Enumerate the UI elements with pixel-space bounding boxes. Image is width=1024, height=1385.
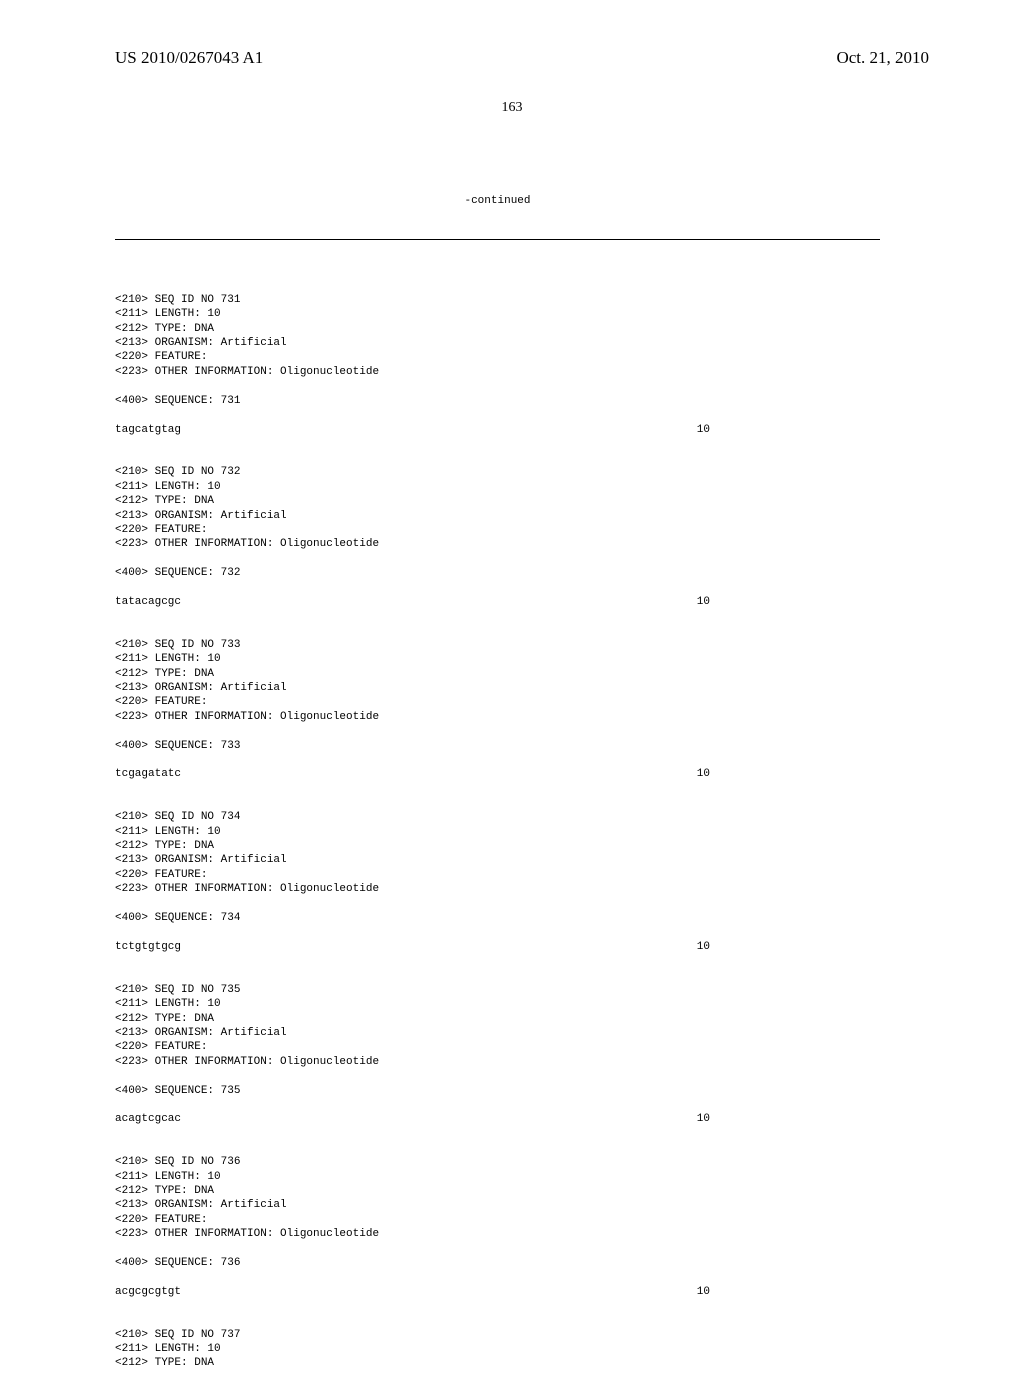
- seq-id-line: <210> SEQ ID NO 736: [115, 1155, 880, 1169]
- sequence-entry: <210> SEQ ID NO 735<211> LENGTH: 10<212>…: [115, 983, 880, 1141]
- sequence-text: acagtcgcac: [115, 1112, 181, 1126]
- seq-feature-line: <220> FEATURE:: [115, 1040, 880, 1054]
- sequence-position: 10: [697, 1285, 710, 1299]
- sequence-data-line: tcgagatatc 10: [115, 767, 710, 781]
- seq-400-line: <400> SEQUENCE: 735: [115, 1084, 880, 1098]
- seq-otherinfo-line: <223> OTHER INFORMATION: Oligonucleotide: [115, 710, 880, 724]
- seq-feature-line: <220> FEATURE:: [115, 523, 880, 537]
- seq-400-line: <400> SEQUENCE: 734: [115, 911, 880, 925]
- sequence-entry: <210> SEQ ID NO 736<211> LENGTH: 10<212>…: [115, 1155, 880, 1313]
- seq-id-line: <210> SEQ ID NO 735: [115, 983, 880, 997]
- seq-400-line: <400> SEQUENCE: 733: [115, 739, 880, 753]
- seq-organism-line: <213> ORGANISM: Artificial: [115, 509, 880, 523]
- seq-feature-line: <220> FEATURE:: [115, 350, 880, 364]
- blank-line: [115, 897, 880, 911]
- seq-length-line: <211> LENGTH: 10: [115, 825, 880, 839]
- seq-feature-line: <220> FEATURE:: [115, 695, 880, 709]
- blank-line: [115, 782, 880, 796]
- continued-label: -continued: [115, 194, 880, 208]
- blank-line: [115, 954, 880, 968]
- sequence-position: 10: [697, 767, 710, 781]
- sequence-position: 10: [697, 940, 710, 954]
- seq-length-line: <211> LENGTH: 10: [115, 307, 880, 321]
- sequence-text: tagcatgtag: [115, 423, 181, 437]
- seq-organism-line: <213> ORGANISM: Artificial: [115, 681, 880, 695]
- sequence-data-line: tatacagcgc 10: [115, 595, 710, 609]
- seq-length-line: <211> LENGTH: 10: [115, 652, 880, 666]
- seq-type-line: <212> TYPE: DNA: [115, 839, 880, 853]
- sequence-data-line: acagtcgcac 10: [115, 1112, 710, 1126]
- seq-otherinfo-line: <223> OTHER INFORMATION: Oligonucleotide: [115, 882, 880, 896]
- blank-line: [115, 581, 880, 595]
- seq-otherinfo-line: <223> OTHER INFORMATION: Oligonucleotide: [115, 365, 880, 379]
- seq-organism-line: <213> ORGANISM: Artificial: [115, 1026, 880, 1040]
- seq-organism-line: <213> ORGANISM: Artificial: [115, 336, 880, 350]
- blank-line: [115, 926, 880, 940]
- seq-organism-line: <213> ORGANISM: Artificial: [115, 853, 880, 867]
- blank-line: [115, 609, 880, 623]
- publication-date: Oct. 21, 2010: [836, 48, 929, 68]
- sequence-entry: <210> SEQ ID NO 732<211> LENGTH: 10<212>…: [115, 465, 880, 623]
- blank-line: [115, 724, 880, 738]
- seq-feature-line: <220> FEATURE:: [115, 1213, 880, 1227]
- sequence-data-line: tagcatgtag 10: [115, 423, 710, 437]
- seq-organism-line: <213> ORGANISM: Artificial: [115, 1198, 880, 1212]
- blank-line: [115, 1069, 880, 1083]
- sequence-position: 10: [697, 423, 710, 437]
- seq-type-line: <212> TYPE: DNA: [115, 1184, 880, 1198]
- seq-type-line: <212> TYPE: DNA: [115, 667, 880, 681]
- seq-length-line: <211> LENGTH: 10: [115, 1170, 880, 1184]
- sequence-position: 10: [697, 1112, 710, 1126]
- seq-id-line: <210> SEQ ID NO 734: [115, 810, 880, 824]
- blank-line: [115, 379, 880, 393]
- sequence-text: tcgagatatc: [115, 767, 181, 781]
- page-header: US 2010/0267043 A1 Oct. 21, 2010: [0, 48, 1024, 68]
- sequence-text: tctgtgtgcg: [115, 940, 181, 954]
- seq-otherinfo-line: <223> OTHER INFORMATION: Oligonucleotide: [115, 537, 880, 551]
- sequence-listing: -continued <210> SEQ ID NO 731<211> LENG…: [115, 165, 880, 1385]
- seq-type-line: <212> TYPE: DNA: [115, 322, 880, 336]
- seq-id-line: <210> SEQ ID NO 733: [115, 638, 880, 652]
- blank-line: [115, 1098, 880, 1112]
- blank-line: [115, 1127, 880, 1141]
- seq-400-line: <400> SEQUENCE: 731: [115, 394, 880, 408]
- sequence-entry: <210> SEQ ID NO 731<211> LENGTH: 10<212>…: [115, 293, 880, 451]
- page-number: 163: [0, 100, 1024, 116]
- sequence-text: tatacagcgc: [115, 595, 181, 609]
- sequence-position: 10: [697, 595, 710, 609]
- seq-id-line: <210> SEQ ID NO 731: [115, 293, 880, 307]
- blank-line: [115, 408, 880, 422]
- blank-line: [115, 1270, 880, 1284]
- sequence-data-line: acgcgcgtgt 10: [115, 1285, 710, 1299]
- seq-length-line: <211> LENGTH: 10: [115, 480, 880, 494]
- seq-otherinfo-line: <223> OTHER INFORMATION: Oligonucleotide: [115, 1227, 880, 1241]
- blank-line: [115, 753, 880, 767]
- seq-400-line: <400> SEQUENCE: 736: [115, 1256, 880, 1270]
- publication-number: US 2010/0267043 A1: [115, 48, 263, 68]
- seq-type-line: <212> TYPE: DNA: [115, 1356, 880, 1370]
- seq-400-line: <400> SEQUENCE: 732: [115, 566, 880, 580]
- seq-id-line: <210> SEQ ID NO 737: [115, 1328, 880, 1342]
- sequence-data-line: tctgtgtgcg 10: [115, 940, 710, 954]
- seq-length-line: <211> LENGTH: 10: [115, 1342, 880, 1356]
- horizontal-rule: [115, 239, 880, 240]
- seq-otherinfo-line: <223> OTHER INFORMATION: Oligonucleotide: [115, 1055, 880, 1069]
- seq-id-line: <210> SEQ ID NO 732: [115, 465, 880, 479]
- seq-type-line: <212> TYPE: DNA: [115, 494, 880, 508]
- blank-line: [115, 437, 880, 451]
- sequence-entry: <210> SEQ ID NO 733<211> LENGTH: 10<212>…: [115, 638, 880, 796]
- blank-line: [115, 552, 880, 566]
- sequence-text: acgcgcgtgt: [115, 1285, 181, 1299]
- sequence-entry: <210> SEQ ID NO 734<211> LENGTH: 10<212>…: [115, 810, 880, 968]
- blank-line: [115, 1299, 880, 1313]
- seq-feature-line: <220> FEATURE:: [115, 868, 880, 882]
- seq-length-line: <211> LENGTH: 10: [115, 997, 880, 1011]
- seq-type-line: <212> TYPE: DNA: [115, 1012, 880, 1026]
- sequence-entry-partial: <210> SEQ ID NO 737<211> LENGTH: 10<212>…: [115, 1328, 880, 1371]
- blank-line: [115, 1242, 880, 1256]
